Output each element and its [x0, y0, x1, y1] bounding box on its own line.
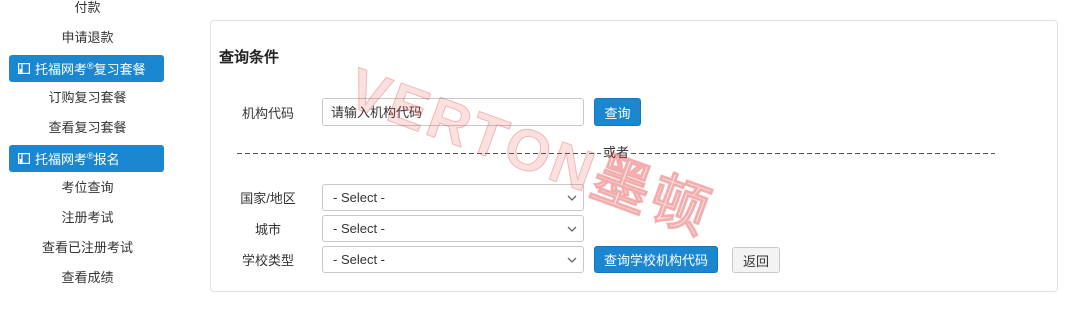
sidebar-section-title: 托福网考®报名 — [35, 149, 120, 168]
section-title-text: 复习套餐 — [93, 62, 146, 77]
sidebar-section-registration: 托福网考®报名 — [0, 143, 175, 173]
country-region-select-wrapper: - Select - — [322, 184, 584, 211]
school-type-select-wrapper: - Select - — [322, 246, 584, 273]
institution-code-input[interactable] — [322, 98, 584, 126]
sidebar-item-seat-search[interactable]: 考位查询 — [0, 173, 175, 203]
sidebar-item-view-registered-tests[interactable]: 查看已注册考试 — [0, 233, 175, 263]
sidebar-item-payment[interactable]: 付款 — [0, 0, 175, 23]
back-button[interactable]: 返回 — [732, 247, 780, 273]
country-region-row: 国家/地区 - Select - — [211, 184, 1057, 211]
query-button[interactable]: 查询 — [594, 98, 641, 126]
registered-mark: ® — [87, 151, 94, 161]
school-type-row: 学校类型 - Select - 查询学校机构代码 返回 — [211, 246, 1057, 273]
sidebar-item-view-review-package[interactable]: 查看复习套餐 — [0, 113, 175, 143]
section-title-text: 托福网考 — [35, 62, 88, 77]
institution-code-row: 机构代码 查询 — [211, 98, 1057, 126]
sidebar-section-header: 托福网考®复习套餐 — [9, 55, 164, 82]
country-region-label: 国家/地区 — [240, 191, 296, 206]
city-select-wrapper: - Select - — [322, 215, 584, 242]
section-title-text: 托福网考 — [35, 152, 88, 167]
query-panel: 查询条件 机构代码 查询 或者 国家/地区 - Select - 城市 - Se… — [210, 20, 1058, 292]
sidebar-item-register-test[interactable]: 注册考试 — [0, 203, 175, 233]
school-type-select[interactable]: - Select - — [322, 246, 584, 273]
book-icon — [18, 63, 30, 74]
city-label: 城市 — [254, 222, 281, 237]
sidebar-section-title: 托福网考®复习套餐 — [35, 59, 146, 78]
panel-title: 查询条件 — [219, 49, 280, 66]
sidebar-section-header: 托福网考®报名 — [9, 145, 164, 172]
sidebar-section-review-package: 托福网考®复习套餐 — [0, 53, 175, 83]
sidebar: 付款 申请退款 托福网考®复习套餐 订购复习套餐 查看复习套餐 托福网考®报名 … — [0, 0, 175, 293]
sidebar-item-refund-request[interactable]: 申请退款 — [0, 23, 175, 53]
book-icon — [18, 153, 30, 164]
divider-line — [631, 152, 996, 154]
city-select[interactable]: - Select - — [322, 215, 584, 242]
sidebar-item-order-review-package[interactable]: 订购复习套餐 — [0, 83, 175, 113]
search-school-code-button[interactable]: 查询学校机构代码 — [594, 246, 718, 273]
country-region-select[interactable]: - Select - — [322, 184, 584, 211]
or-divider-label: 或者 — [603, 145, 630, 160]
school-type-label: 学校类型 — [241, 253, 294, 268]
divider-line — [237, 152, 601, 154]
registered-mark: ® — [87, 61, 94, 71]
institution-code-label: 机构代码 — [241, 105, 294, 121]
section-title-text: 报名 — [93, 152, 120, 167]
city-row: 城市 - Select - — [211, 215, 1057, 242]
sidebar-item-view-scores[interactable]: 查看成绩 — [0, 263, 175, 293]
or-divider: 或者 — [237, 145, 996, 160]
